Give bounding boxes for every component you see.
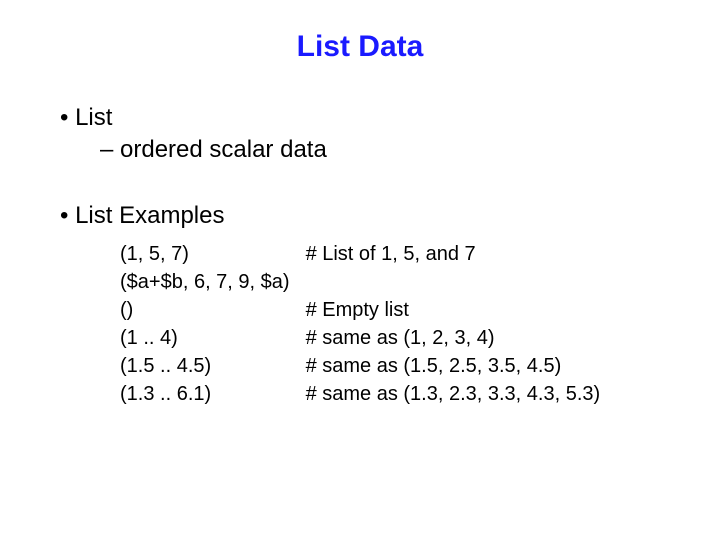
- bullet-list: List: [60, 104, 670, 132]
- bullet-ordered: ordered scalar data: [100, 136, 670, 164]
- example-comment: # same as (1, 2, 3, 4): [306, 327, 495, 349]
- example-code: (1.3 .. 6.1): [120, 380, 300, 408]
- bullet-examples: List Examples: [60, 202, 670, 230]
- example-code: (1, 5, 7): [120, 240, 300, 268]
- example-code: (1.5 .. 4.5): [120, 352, 300, 380]
- example-comment: # same as (1.3, 2.3, 3.3, 4.3, 5.3): [306, 383, 601, 405]
- example-row: (1.5 .. 4.5) # same as (1.5, 2.5, 3.5, 4…: [120, 352, 670, 380]
- example-row: (1.3 .. 6.1) # same as (1.3, 2.3, 3.3, 4…: [120, 380, 670, 408]
- example-row: (1 .. 4) # same as (1, 2, 3, 4): [120, 324, 670, 352]
- examples-block: (1, 5, 7) # List of 1, 5, and 7 ($a+$b, …: [120, 240, 670, 408]
- slide-title: List Data: [50, 30, 670, 64]
- example-row: (1, 5, 7) # List of 1, 5, and 7: [120, 240, 670, 268]
- example-comment: # Empty list: [306, 299, 409, 321]
- example-comment: # List of 1, 5, and 7: [306, 243, 476, 265]
- spacer: [50, 168, 670, 202]
- slide: List Data List ordered scalar data List …: [0, 0, 720, 540]
- example-row: ($a+$b, 6, 7, 9, $a): [120, 268, 670, 296]
- example-code: (): [120, 296, 300, 324]
- example-code: (1 .. 4): [120, 324, 300, 352]
- example-row: () # Empty list: [120, 296, 670, 324]
- example-code: ($a+$b, 6, 7, 9, $a): [120, 268, 300, 296]
- example-comment: # same as (1.5, 2.5, 3.5, 4.5): [306, 355, 562, 377]
